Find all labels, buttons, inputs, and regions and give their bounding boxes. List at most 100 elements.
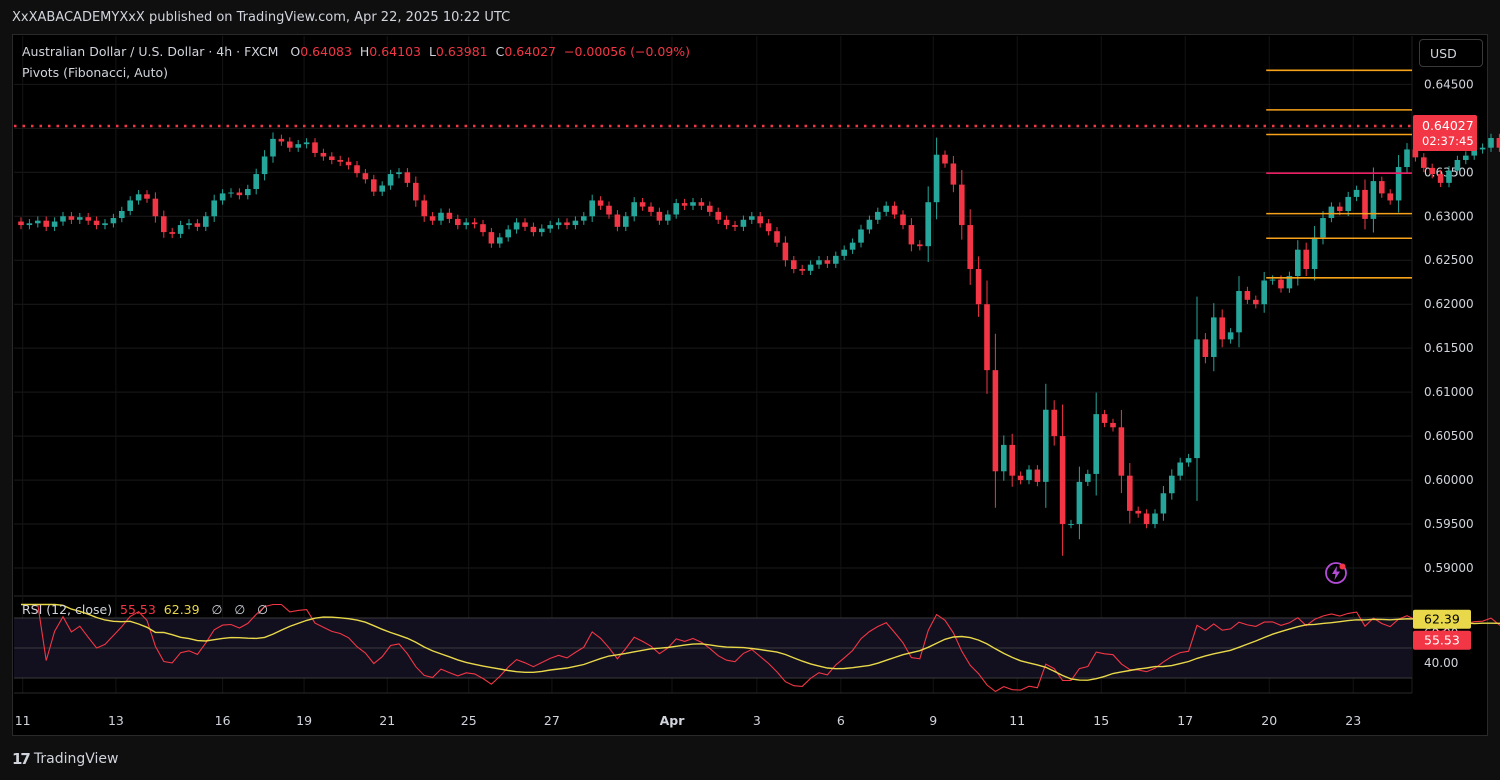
symbol-title[interactable]: Australian Dollar / U.S. Dollar · 4h · F… xyxy=(22,44,278,59)
candle-body xyxy=(1017,475,1024,481)
candle-body xyxy=(85,217,91,221)
pivots-legend[interactable]: Pivots (Fibonacci, Auto) xyxy=(22,65,168,80)
candle-body xyxy=(1177,462,1183,476)
candle-body xyxy=(480,224,486,233)
chart-canvas[interactable]: 0.645000.640000.635000.630000.625000.620… xyxy=(0,0,1500,780)
candle-body xyxy=(446,212,453,219)
candle-body xyxy=(119,210,125,219)
candle-body xyxy=(656,211,663,221)
candle-body xyxy=(161,216,167,233)
currency-button[interactable]: USD xyxy=(1419,39,1483,67)
candle-body xyxy=(614,214,621,227)
candle-body xyxy=(127,200,133,211)
candle-body xyxy=(673,203,679,215)
candle-body xyxy=(1160,493,1167,514)
low-label: L xyxy=(428,44,436,59)
candle-body xyxy=(1479,147,1486,150)
time-tick-label: 20 xyxy=(1261,713,1277,728)
candle-body xyxy=(791,260,797,270)
candle-body xyxy=(1446,170,1452,183)
candle-body xyxy=(866,219,873,230)
candle-body xyxy=(429,216,436,221)
candle-body xyxy=(547,225,553,229)
candle-body xyxy=(1236,291,1242,333)
candle-body xyxy=(581,216,587,221)
candle-body xyxy=(757,216,763,224)
candle-body xyxy=(236,192,243,196)
candle-body xyxy=(1261,280,1267,305)
candle-body xyxy=(203,216,209,227)
candle-body xyxy=(1227,332,1234,340)
close-value: 0.64027 xyxy=(504,44,557,59)
candle-body xyxy=(1127,475,1133,511)
candle-body xyxy=(60,216,66,222)
candle-body xyxy=(749,216,755,220)
candle-body xyxy=(1454,159,1461,171)
candle-body xyxy=(51,221,58,227)
candle-body xyxy=(799,269,805,271)
rsi-legend[interactable]: RSI (12, close) 55.53 62.39 ∅ ∅ ∅ xyxy=(22,602,268,617)
candle-body xyxy=(917,244,923,247)
candle-body xyxy=(1001,444,1007,472)
candle-body xyxy=(1068,524,1074,526)
high-label: H xyxy=(359,44,370,59)
symbol-legend[interactable]: Australian Dollar / U.S. Dollar · 4h · F… xyxy=(22,44,690,59)
tradingview-logo-icon: 17 xyxy=(12,750,31,768)
candle-body xyxy=(1202,339,1209,357)
price-tick-label: 0.59500 xyxy=(1424,517,1474,531)
candle-body xyxy=(992,370,999,472)
candle-body xyxy=(1278,279,1284,289)
price-tick-label: 0.62000 xyxy=(1424,297,1474,311)
candle-body xyxy=(35,220,41,224)
candle-body xyxy=(690,202,696,206)
candle-body xyxy=(371,179,377,192)
candle-body xyxy=(824,260,831,264)
candle-body xyxy=(505,229,511,238)
candle-body xyxy=(597,200,604,206)
candle-body xyxy=(463,222,469,226)
price-tick-label: 0.59000 xyxy=(1424,561,1474,575)
open-label: O xyxy=(290,44,301,59)
candle-body xyxy=(908,225,915,245)
candle-body xyxy=(186,223,192,226)
candle-body xyxy=(891,205,898,215)
candle-body xyxy=(245,189,251,196)
candle-body xyxy=(807,264,814,271)
candle-body xyxy=(1059,436,1066,525)
candle-body xyxy=(303,142,310,145)
candle-body xyxy=(665,214,671,221)
candle-body xyxy=(77,217,83,220)
candle-body xyxy=(320,152,327,157)
time-tick-label: 11 xyxy=(1009,713,1025,728)
candle-body xyxy=(261,156,268,175)
candle-body xyxy=(648,206,654,212)
candle-body xyxy=(589,200,595,217)
candle-body xyxy=(1320,218,1326,238)
candle-body xyxy=(1110,422,1116,428)
rsi-value: 55.53 xyxy=(120,602,156,617)
candle-body xyxy=(1337,206,1343,211)
candle-body xyxy=(631,202,637,217)
price-tick-label: 0.64500 xyxy=(1424,77,1474,91)
tradingview-branding[interactable]: 17 TradingView xyxy=(12,750,118,768)
candle-body xyxy=(765,223,772,232)
price-tick-label: 0.60000 xyxy=(1424,473,1474,487)
time-tick-label: 11 xyxy=(15,713,31,728)
price-tick-label: 0.61000 xyxy=(1424,385,1474,399)
candle-body xyxy=(1496,138,1500,148)
candle-body xyxy=(295,144,301,148)
rsi-title[interactable]: RSI (12, close) xyxy=(22,602,112,617)
lightning-bolt-icon[interactable] xyxy=(1324,561,1348,585)
time-tick-label: 13 xyxy=(108,713,124,728)
low-value: 0.63981 xyxy=(435,44,488,59)
candle-body xyxy=(1143,513,1150,525)
candle-body xyxy=(564,222,570,226)
price-tick-label: 0.61500 xyxy=(1424,341,1474,355)
candle-body xyxy=(488,232,495,244)
candle-body xyxy=(1253,299,1259,305)
candle-body xyxy=(942,154,948,164)
candle-body xyxy=(1085,473,1091,482)
candle-body xyxy=(950,163,957,185)
candle-body xyxy=(1353,189,1360,197)
candle-body xyxy=(1395,167,1402,201)
